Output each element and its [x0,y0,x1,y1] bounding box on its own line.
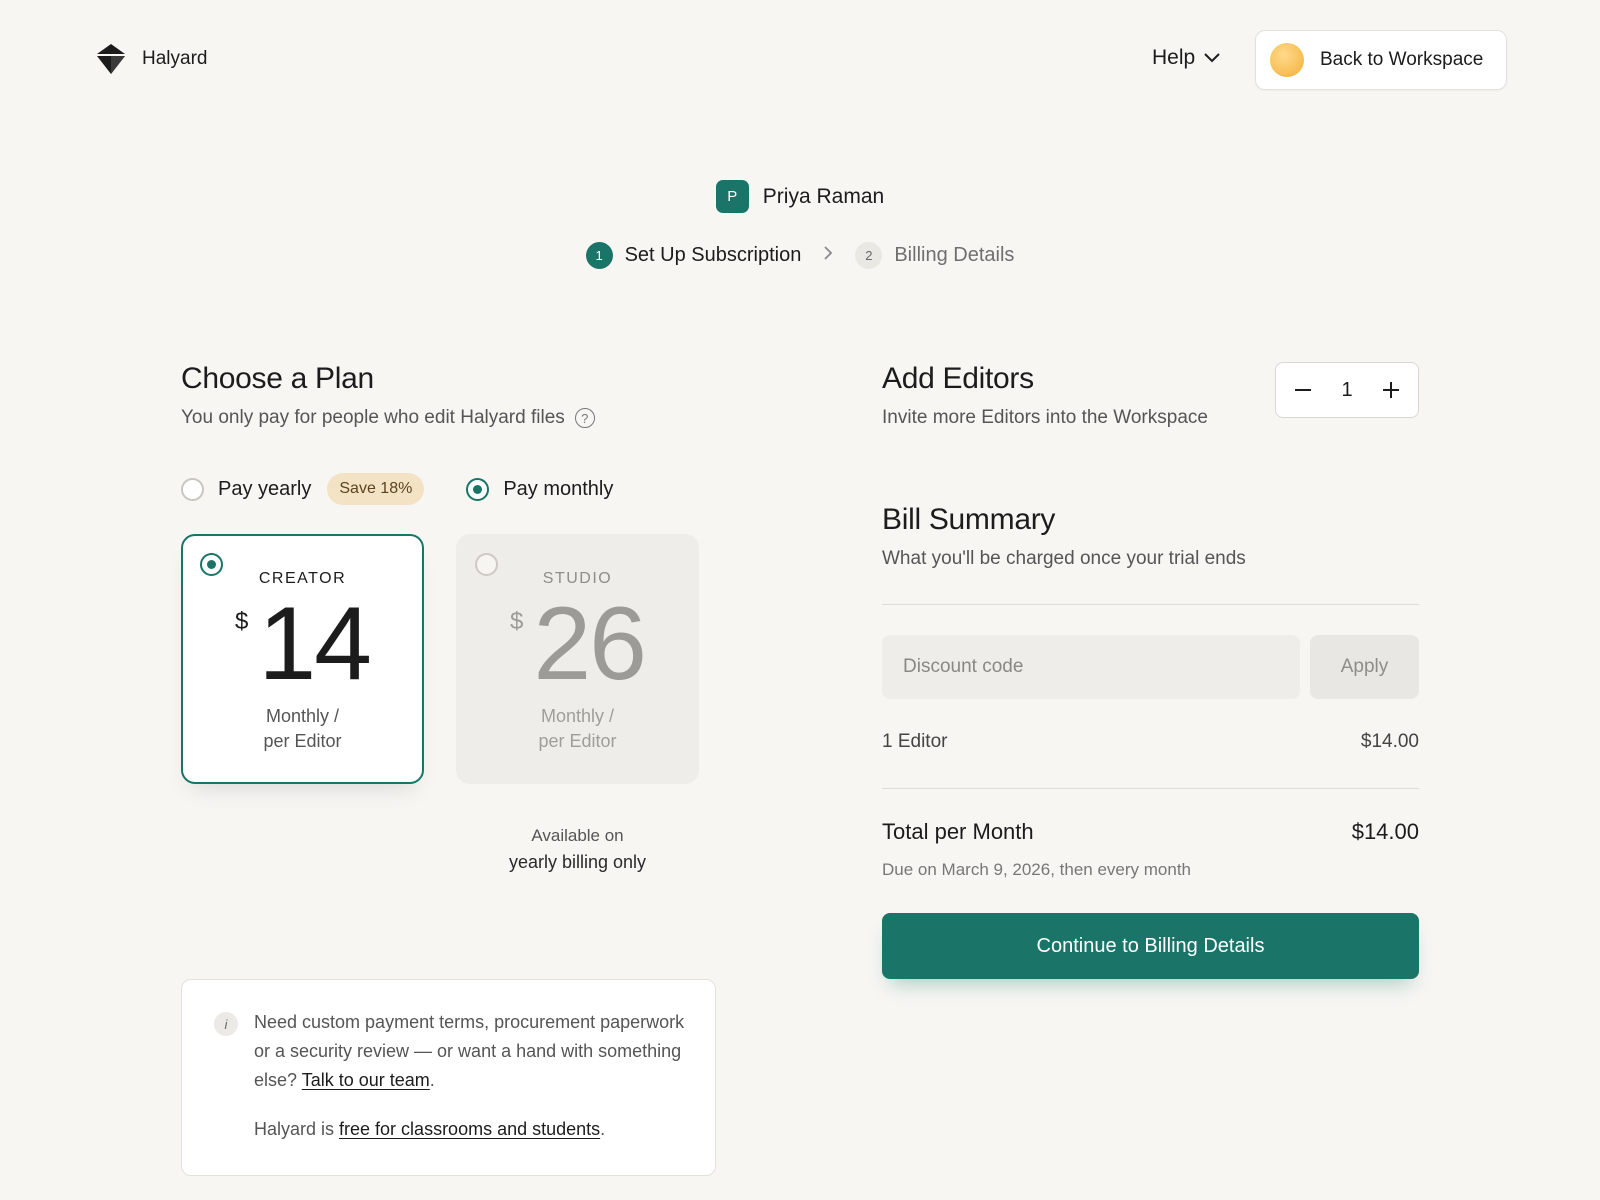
user-avatar: P [715,180,749,213]
education-end: . [600,1119,606,1139]
line-item-amount: $14.00 [1360,731,1419,752]
price-amount: 14 [258,586,372,702]
step-1-label[interactable]: Set Up Subscription [625,244,802,267]
plan-card-creator[interactable]: CREATOR $ 14 Monthly / per Editor [181,534,424,784]
editor-quantity-stepper: 1 [1275,362,1419,418]
discount-code-input[interactable] [882,635,1300,699]
plan-price: $ 26 [458,592,697,696]
plan-card-studio: STUDIO $ 26 Monthly / per Editor [456,534,699,784]
save-badge: Save 18% [327,473,425,505]
help-label: Help [1152,46,1196,69]
minus-icon [1295,389,1311,391]
decrement-editors-button[interactable] [1290,377,1316,403]
step-1-number: 1 [585,242,613,269]
chevron-right-icon [823,244,833,267]
add-editors-subtitle: Invite more Editors into the Workspace [882,407,1208,428]
price-period: Monthly / per Editor [183,704,422,754]
price-currency: $ [234,608,249,635]
checkout-stepper: 1 Set Up Subscription 2 Billing Details [0,242,1600,269]
info-icon: i [214,1012,238,1036]
editor-count[interactable]: 1 [1341,379,1352,402]
talk-to-team-link[interactable]: Talk to our team [302,1070,430,1090]
brand-name: Halyard [142,48,208,69]
availability-line1: Available on [531,826,624,845]
line-item-label: 1 Editor [882,731,948,752]
account-owner: P Priya Raman [0,180,1600,213]
choose-plan-subtitle: You only pay for people who edit Halyard… [181,407,595,429]
help-menu-button[interactable]: Help [1152,46,1221,70]
price-period-line1: Monthly / [265,706,340,726]
bill-line-item: 1 Editor $14.00 [882,731,1419,753]
increment-editors-button[interactable] [1378,377,1404,403]
billing-period-selector: Pay yearly Save 18% Pay monthly [181,473,613,505]
step-2-number: 2 [855,242,883,269]
total-amount: $14.00 [1351,819,1419,844]
subscription-page: Halyard Help Back to Workspace P Priya R… [0,0,1600,1200]
continue-to-billing-button[interactable]: Continue to Billing Details [882,913,1419,979]
custom-terms-text: Need custom payment terms, procurement p… [254,1008,685,1095]
price-period-line2: per Editor [263,731,342,751]
price-period: Monthly / per Editor [458,704,697,754]
pay-yearly-radio[interactable] [181,477,204,501]
education-text: Halyard is free for classrooms and stude… [254,1115,685,1144]
custom-terms-end: . [429,1070,435,1090]
plus-icon [1383,382,1399,398]
choose-plan-subtitle-text: You only pay for people who edit Halyard… [181,407,565,428]
availability-line2: yearly billing only [508,852,647,872]
plan-price: $ 14 [183,592,422,696]
total-label: Total per Month [882,819,1034,844]
education-body: Halyard is [254,1119,340,1139]
pay-monthly-option[interactable]: Pay monthly [466,477,614,501]
price-period-line1: Monthly / [540,706,615,726]
due-date-text: Due on March 9, 2026, then every month [882,860,1192,879]
add-editors-title: Add Editors [882,362,1034,395]
plan-studio-radio [475,553,498,576]
back-to-workspace-button[interactable]: Back to Workspace [1255,30,1507,90]
chevron-down-icon [1204,53,1220,63]
pay-monthly-label: Pay monthly [503,477,614,500]
user-name: Priya Raman [762,184,885,208]
studio-availability-note: Available on yearly billing only [456,823,699,875]
workspace-avatar-icon [1270,43,1304,77]
bill-summary-subtitle: What you'll be charged once your trial e… [882,548,1246,569]
price-period-line2: per Editor [538,731,617,751]
choose-plan-title: Choose a Plan [181,362,374,395]
divider [882,788,1419,789]
price-currency: $ [509,608,524,635]
diamond-logo-icon [97,44,125,74]
pay-yearly-option[interactable]: Pay yearly [181,477,312,501]
brand-logo[interactable]: Halyard [96,43,207,75]
custom-terms-info-box: i Need custom payment terms, procurement… [181,979,716,1176]
plan-creator-radio[interactable] [200,553,223,576]
step-2-label[interactable]: Billing Details [894,244,1014,267]
pay-monthly-radio[interactable] [466,477,490,501]
price-amount: 26 [533,586,647,702]
back-to-workspace-label: Back to Workspace [1320,49,1484,70]
question-circle-icon[interactable]: ? [574,408,595,428]
bill-total: Total per Month $14.00 [882,819,1419,845]
pay-yearly-label: Pay yearly [218,477,312,500]
divider [882,604,1419,605]
bill-summary-title: Bill Summary [882,503,1056,536]
apply-discount-button[interactable]: Apply [1310,635,1419,699]
free-for-education-link[interactable]: free for classrooms and students [339,1119,600,1139]
